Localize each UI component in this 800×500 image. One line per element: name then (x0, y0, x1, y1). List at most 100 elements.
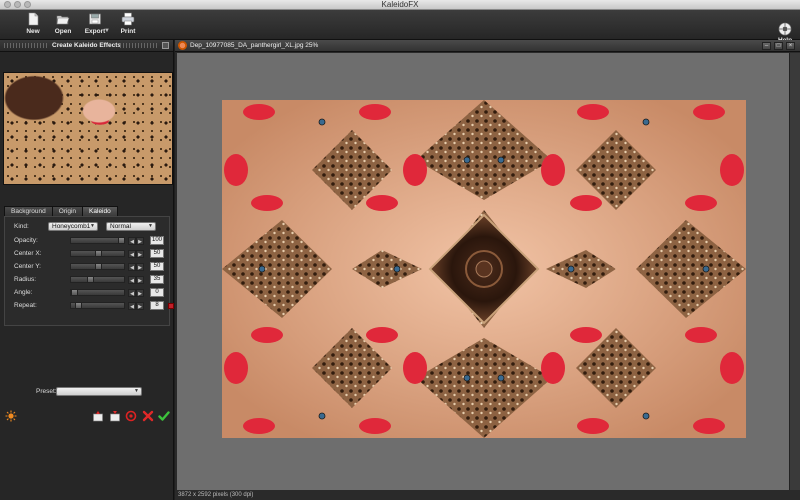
decrease-arrow-icon[interactable]: ◀ (128, 276, 136, 284)
vertical-scrollbar[interactable] (789, 53, 800, 490)
preset-label: Preset: (36, 388, 57, 395)
param-slider[interactable] (70, 302, 125, 309)
kaleidoscope-render (222, 100, 746, 438)
repeat-lock-icon[interactable] (168, 303, 174, 309)
help-icon (778, 22, 792, 36)
slider-handle[interactable] (95, 250, 102, 257)
increase-arrow-icon[interactable]: ▶ (136, 289, 144, 297)
save-preset-icon[interactable] (92, 410, 104, 422)
param-label: Center X: (14, 250, 42, 257)
param-value-field[interactable]: 100 (150, 236, 164, 245)
param-label: Center Y: (14, 263, 41, 270)
decrease-arrow-icon[interactable]: ◀ (128, 289, 136, 297)
accept-icon[interactable] (158, 410, 170, 422)
param-slider[interactable] (70, 289, 125, 296)
image-dimensions: 3872 x 2592 pixels (300 dpi) (178, 492, 254, 498)
param-value-field[interactable]: 50 (150, 262, 164, 271)
status-bar: 3872 x 2592 pixels (300 dpi) (175, 490, 800, 500)
kaleidoscope-image (222, 100, 746, 438)
kind-value: Honeycomb1 (52, 223, 91, 230)
increase-arrow-icon[interactable]: ▶ (136, 302, 144, 310)
decrease-arrow-icon[interactable]: ◀ (128, 263, 136, 271)
slider-handle[interactable] (87, 276, 94, 283)
increase-arrow-icon[interactable]: ▶ (136, 263, 144, 271)
print-icon (121, 12, 135, 26)
window-title: KaleidoFX (381, 0, 419, 9)
increase-arrow-icon[interactable]: ▶ (136, 237, 144, 245)
param-value-field[interactable]: 8 (150, 301, 164, 310)
kind-row: Kind: Honeycomb1 ▼ Normal ▼ (10, 222, 170, 232)
document-title: Dep_10977085_DA_panthergirl_XL.jpg 25% (190, 42, 319, 49)
chevron-down-icon: ▼ (90, 223, 95, 229)
blend-mode-select[interactable]: Normal ▼ (106, 222, 156, 231)
preset-select[interactable]: ▼ (56, 387, 142, 396)
open-button[interactable]: Open (48, 12, 78, 35)
param-row-centerx: Center X: ◀ ▶ 50 (10, 249, 170, 259)
param-row-opacity: Opacity: ◀ ▶ 100 (10, 236, 170, 246)
param-row-angle: Angle: ◀ ▶ 0 (10, 288, 170, 298)
panel-actions (3, 410, 173, 424)
param-slider[interactable] (70, 263, 125, 270)
panel-grip-right[interactable] (120, 43, 158, 48)
document-window: Dep_10977085_DA_panthergirl_XL.jpg 25% –… (175, 40, 800, 500)
panel-grip[interactable] (4, 43, 48, 48)
print-button[interactable]: Print (113, 12, 143, 35)
maximize-document-icon[interactable]: □ (774, 42, 783, 50)
slider-handle[interactable] (95, 263, 102, 270)
cancel-icon[interactable] (142, 410, 154, 422)
export-dropdown-arrow-icon[interactable]: ▼ (104, 28, 110, 34)
param-slider[interactable] (70, 276, 125, 283)
slider-handle[interactable] (75, 302, 82, 309)
document-app-icon (178, 41, 187, 50)
slider-handle[interactable] (71, 289, 78, 296)
tab-background[interactable]: Background (4, 206, 53, 216)
chevron-down-icon: ▼ (134, 388, 139, 394)
decrease-arrow-icon[interactable]: ◀ (128, 250, 136, 258)
minimize-document-icon[interactable]: – (762, 42, 771, 50)
chevron-down-icon: ▼ (148, 223, 153, 229)
main-toolbar: New Open Export ▼ Print Help (0, 10, 800, 44)
param-row-radius: Radius: ◀ ▶ 35 (10, 275, 170, 285)
slider-handle[interactable] (118, 237, 125, 244)
param-slider[interactable] (70, 250, 125, 257)
param-value-field[interactable]: 50 (150, 249, 164, 258)
open-folder-icon (56, 15, 70, 25)
document-titlebar: Dep_10977085_DA_panthergirl_XL.jpg 25% –… (175, 40, 800, 52)
increase-arrow-icon[interactable]: ▶ (136, 276, 144, 284)
open-label: Open (54, 28, 72, 35)
panel-tabs: Background Origin Kaleido (4, 206, 118, 216)
load-preset-icon[interactable] (109, 410, 121, 422)
new-label: New (26, 28, 40, 35)
new-document-icon (28, 12, 39, 26)
export-icon (89, 13, 101, 25)
original-image-thumbnail (3, 72, 173, 185)
tab-kaleido[interactable]: Kaleido (82, 206, 118, 216)
decrease-arrow-icon[interactable]: ◀ (128, 302, 136, 310)
detach-panel-icon[interactable] (162, 42, 169, 49)
image-canvas[interactable] (177, 53, 789, 490)
param-slider[interactable] (70, 237, 125, 244)
kind-select[interactable]: Honeycomb1 ▼ (48, 222, 98, 231)
param-row-repeat: Repeat: ◀ ▶ 8 (10, 301, 174, 311)
param-label: Repeat: (14, 302, 37, 309)
sun-icon[interactable] (5, 410, 17, 422)
param-label: Opacity: (14, 237, 38, 244)
param-label: Angle: (14, 289, 33, 296)
increase-arrow-icon[interactable]: ▶ (136, 250, 144, 258)
export-label: Export (84, 28, 106, 35)
param-value-field[interactable]: 35 (150, 275, 164, 284)
decrease-arrow-icon[interactable]: ◀ (128, 237, 136, 245)
effects-panel: Create Kaleido Effects Background Origin… (0, 40, 174, 500)
blend-mode-value: Normal (110, 223, 131, 230)
param-value-field[interactable]: 0 (150, 288, 164, 297)
tab-origin[interactable]: Origin (51, 206, 84, 216)
new-button[interactable]: New (18, 12, 48, 35)
panel-title: Create Kaleido Effects (52, 42, 121, 49)
close-document-icon[interactable]: × (786, 42, 795, 50)
param-row-centery: Center Y: ◀ ▶ 50 (10, 262, 170, 272)
reset-icon[interactable] (125, 410, 137, 422)
window-titlebar: KaleidoFX (0, 0, 800, 10)
print-label: Print (120, 28, 136, 35)
panel-header: Create Kaleido Effects (0, 40, 173, 52)
param-label: Radius: (14, 276, 37, 283)
